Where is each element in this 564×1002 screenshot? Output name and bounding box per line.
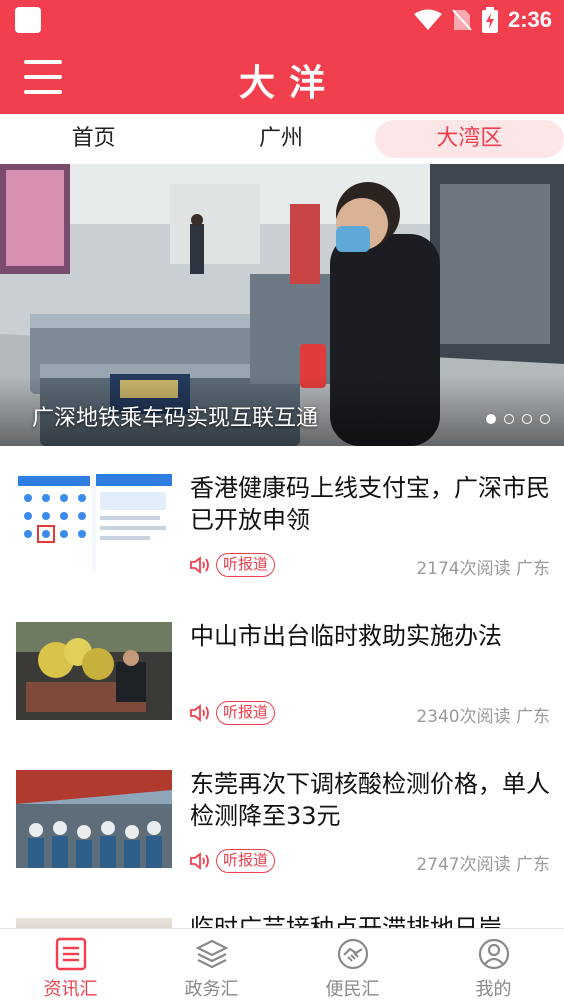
news-item[interactable]: 东莞再次下调核酸检测价格，单人检测降至33元 听报道 2747次阅读 广东	[0, 742, 564, 890]
read-count: 2340次阅读 广东	[416, 702, 550, 727]
nav-label: 政务汇	[184, 979, 239, 1000]
listen-button[interactable]: 听报道	[216, 701, 276, 725]
news-item[interactable]: 香港健康码上线支付宝，广深市民已开放申领 听报道 2174次阅读 广东	[0, 446, 564, 594]
banner-caption: 广深地铁乘车码实现互联互通	[32, 406, 319, 431]
tab-guangzhou[interactable]: 广州	[187, 120, 374, 158]
no-sim-icon	[452, 9, 472, 31]
news-item[interactable]: 中山市出台临时救助实施办法 听报道 2340次阅读 广东	[0, 594, 564, 742]
status-bar: 2:36	[0, 0, 564, 40]
user-icon	[478, 938, 509, 970]
battery-charging-icon	[481, 7, 498, 33]
news-title: 东莞再次下调核酸检测价格，单人检测降至33元	[190, 770, 550, 830]
carousel-indicators	[486, 414, 550, 424]
speaker-icon[interactable]	[188, 849, 212, 873]
news-title: 香港健康码上线支付宝，广深市民已开放申领	[190, 474, 550, 534]
layers-icon	[195, 939, 228, 969]
read-count-value: 2340次阅读	[416, 707, 511, 727]
news-meta: 听报道 2174次阅读 广东	[188, 552, 550, 579]
listen-button[interactable]: 听报道	[216, 849, 276, 873]
bottom-nav: 资讯汇 政务汇 便民汇 我的	[0, 928, 564, 1002]
notification-icon	[15, 7, 41, 33]
news-list-icon	[55, 937, 86, 971]
carousel-dot[interactable]	[540, 414, 550, 424]
status-icons: 2:36	[413, 6, 552, 34]
carousel-dot[interactable]	[486, 414, 496, 424]
read-count: 2174次阅读 广东	[416, 554, 550, 579]
nav-label: 资讯汇	[43, 979, 98, 1000]
carousel-dot[interactable]	[522, 414, 532, 424]
nav-label: 我的	[475, 979, 512, 1000]
nav-news[interactable]: 资讯汇	[0, 929, 141, 1002]
read-count-value: 2747次阅读	[416, 855, 511, 875]
news-thumbnail	[16, 622, 172, 720]
channel-tabs: 首页 广州 大湾区	[0, 114, 564, 164]
news-thumbnail	[16, 770, 172, 868]
wifi-icon	[413, 9, 442, 30]
listen-button[interactable]: 听报道	[216, 553, 276, 577]
news-thumbnail	[16, 474, 172, 572]
nav-services[interactable]: 便民汇	[282, 929, 423, 1002]
speaker-icon[interactable]	[188, 701, 212, 725]
banner-carousel[interactable]: 广深地铁乘车码实现互联互通	[0, 164, 564, 446]
status-time: 2:36	[507, 7, 552, 32]
tab-home[interactable]: 首页	[0, 120, 187, 158]
read-count: 2747次阅读 广东	[416, 850, 550, 875]
news-list: 香港健康码上线支付宝，广深市民已开放申领 听报道 2174次阅读 广东 中山市出…	[0, 446, 564, 890]
read-count-value: 2174次阅读	[416, 559, 511, 579]
nav-government[interactable]: 政务汇	[141, 929, 282, 1002]
region-label: 广东	[516, 559, 550, 579]
nav-mine[interactable]: 我的	[423, 929, 564, 1002]
region-label: 广东	[516, 855, 550, 875]
speaker-icon[interactable]	[188, 553, 212, 577]
news-meta: 听报道 2747次阅读 广东	[188, 848, 550, 875]
nav-label: 便民汇	[325, 979, 380, 1000]
carousel-dot[interactable]	[504, 414, 514, 424]
tab-greater-bay-area[interactable]: 大湾区	[374, 120, 564, 158]
app-title: 大洋	[238, 63, 339, 104]
handshake-icon	[337, 938, 368, 970]
news-meta: 听报道 2340次阅读 广东	[188, 700, 550, 727]
news-title: 中山市出台临时救助实施办法	[190, 622, 502, 650]
region-label: 广东	[516, 707, 550, 727]
app-bar: 大洋	[0, 40, 564, 114]
